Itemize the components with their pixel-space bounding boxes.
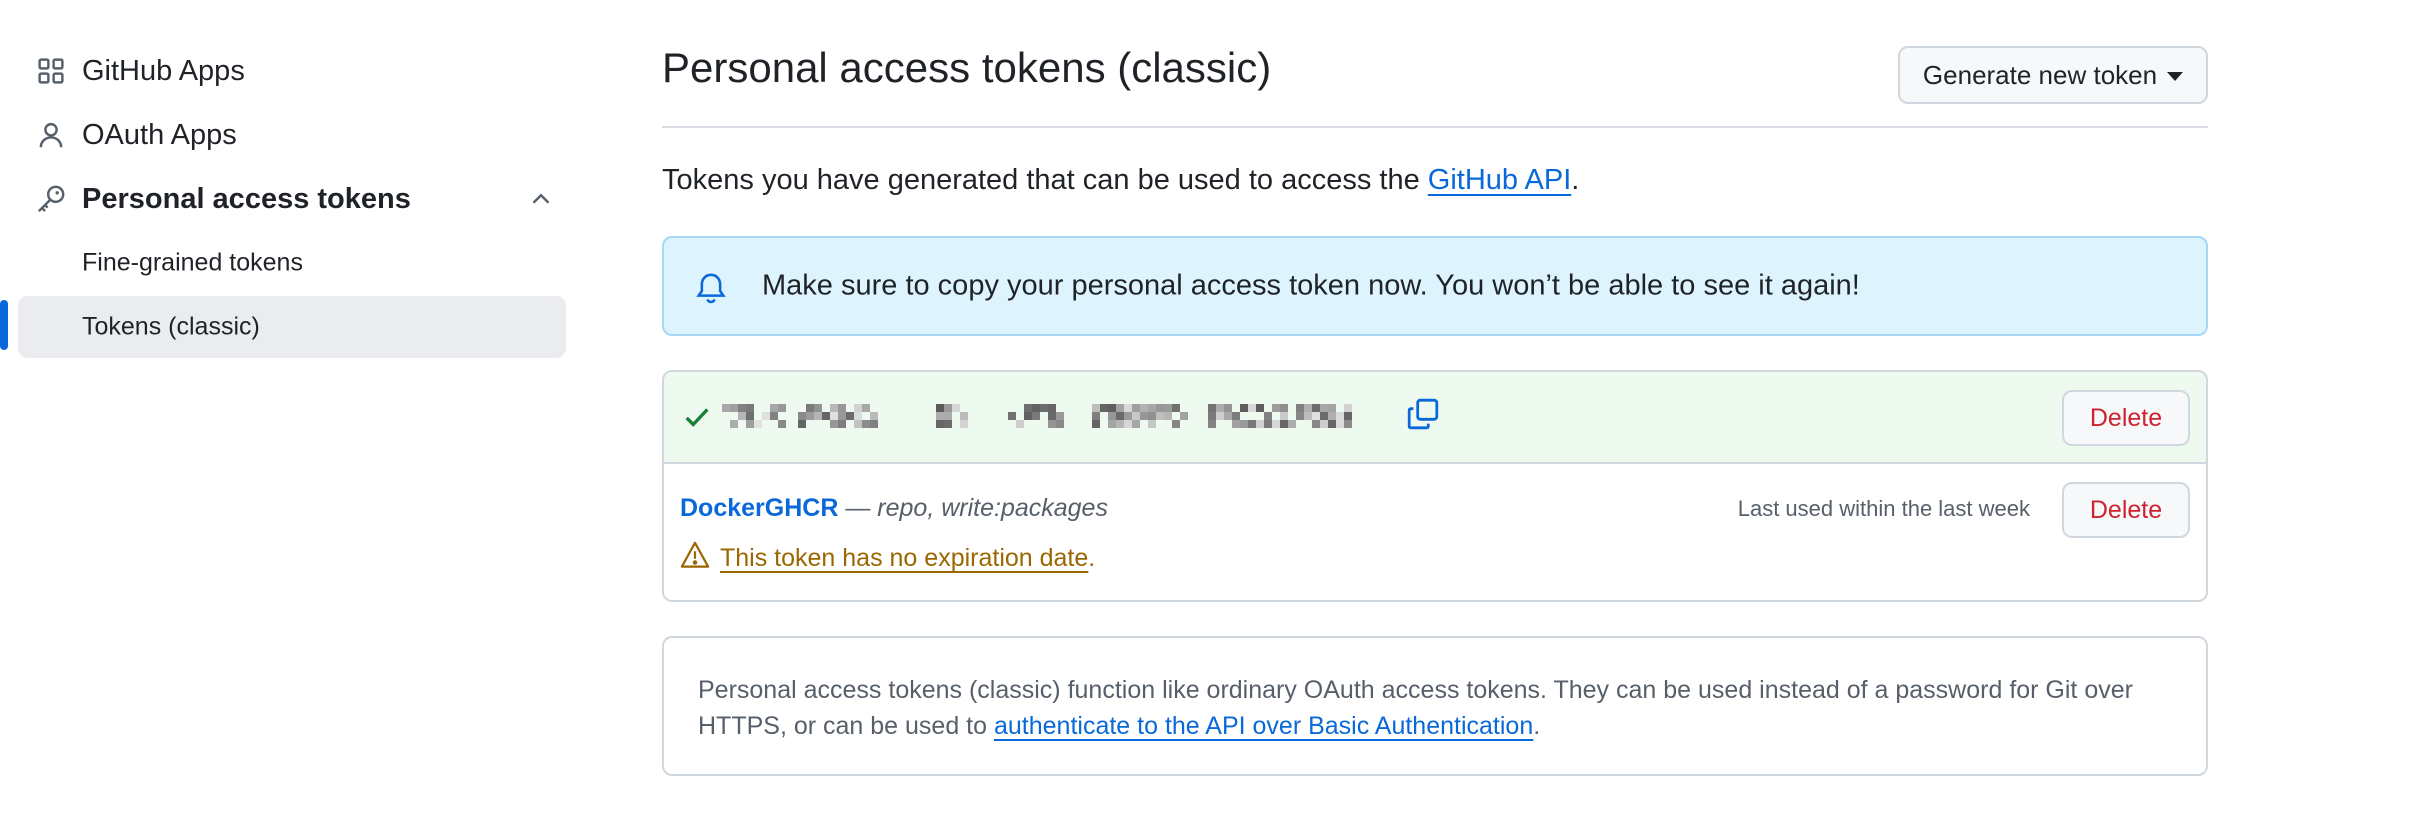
token-scopes: repo, write:packages [877,494,1108,522]
settings-sidebar: GitHub Apps OAuth Apps Personal access t… [0,0,580,836]
new-token-row: Delete [664,372,2206,464]
note-text-end: . [1533,712,1541,740]
alert-icon [680,540,710,577]
token-list: Delete DockerGHCR — repo, write:packages… [662,370,2208,602]
person-icon [35,119,67,151]
sidebar-item-label: Fine-grained tokens [82,248,303,277]
token-row: DockerGHCR — repo, write:packages Last u… [664,464,2206,600]
copy-icon[interactable] [1406,396,1440,432]
active-indicator [0,300,8,350]
intro-text-end: . [1571,164,1580,196]
sidebar-item-label: Personal access tokens [82,182,411,215]
sidebar-item-fine-grained-tokens[interactable]: Fine-grained tokens [18,232,566,294]
warning-end: . [1088,544,1096,572]
token-expiration-warning: This token has no expiration date. [680,540,1095,577]
title-divider [662,126,2208,128]
sidebar-item-label: Tokens (classic) [82,312,260,341]
delete-token-button[interactable]: Delete [2062,482,2190,538]
sidebar-item-personal-access-tokens[interactable]: Personal access tokens [18,168,566,230]
caret-down-icon [2167,71,2184,81]
token-last-used: Last used within the last week [1737,496,2030,521]
token-name-link[interactable]: DockerGHCR [680,494,838,522]
no-expiration-link[interactable]: This token has no expiration date [720,544,1088,573]
sidebar-item-oauth-apps[interactable]: OAuth Apps [18,104,566,166]
github-api-link[interactable]: GitHub API [1428,164,1571,196]
token-separator: — [838,494,878,522]
delete-new-token-button[interactable]: Delete [2062,390,2190,446]
key-icon [35,183,67,215]
check-icon [682,402,712,432]
note-text: Personal access tokens (classic) functio… [698,672,2178,744]
flash-message: Make sure to copy your personal access t… [762,269,1860,302]
sidebar-item-label: OAuth Apps [82,118,237,151]
sidebar-item-label: GitHub Apps [82,54,245,87]
token-name-line: DockerGHCR — repo, write:packages [680,494,1108,523]
generate-new-token-button[interactable]: Generate new token [1898,46,2208,104]
page-title: Personal access tokens (classic) [662,44,1272,91]
chevron-up-icon[interactable] [526,184,556,214]
apps-grid-icon [35,55,67,87]
classic-tokens-note: Personal access tokens (classic) functio… [662,636,2208,776]
intro-text-start: Tokens you have generated that can be us… [662,164,1428,196]
intro-text: Tokens you have generated that can be us… [662,164,1579,197]
sidebar-item-tokens-classic[interactable]: Tokens (classic) [18,296,566,358]
sidebar-item-github-apps[interactable]: GitHub Apps [18,40,566,102]
bell-icon [694,270,728,306]
generate-new-token-label: Generate new token [1922,59,2158,90]
redacted-token-value[interactable] [722,396,1362,436]
copy-token-flash: Make sure to copy your personal access t… [662,236,2208,336]
basic-auth-link[interactable]: authenticate to the API over Basic Authe… [994,712,1533,740]
